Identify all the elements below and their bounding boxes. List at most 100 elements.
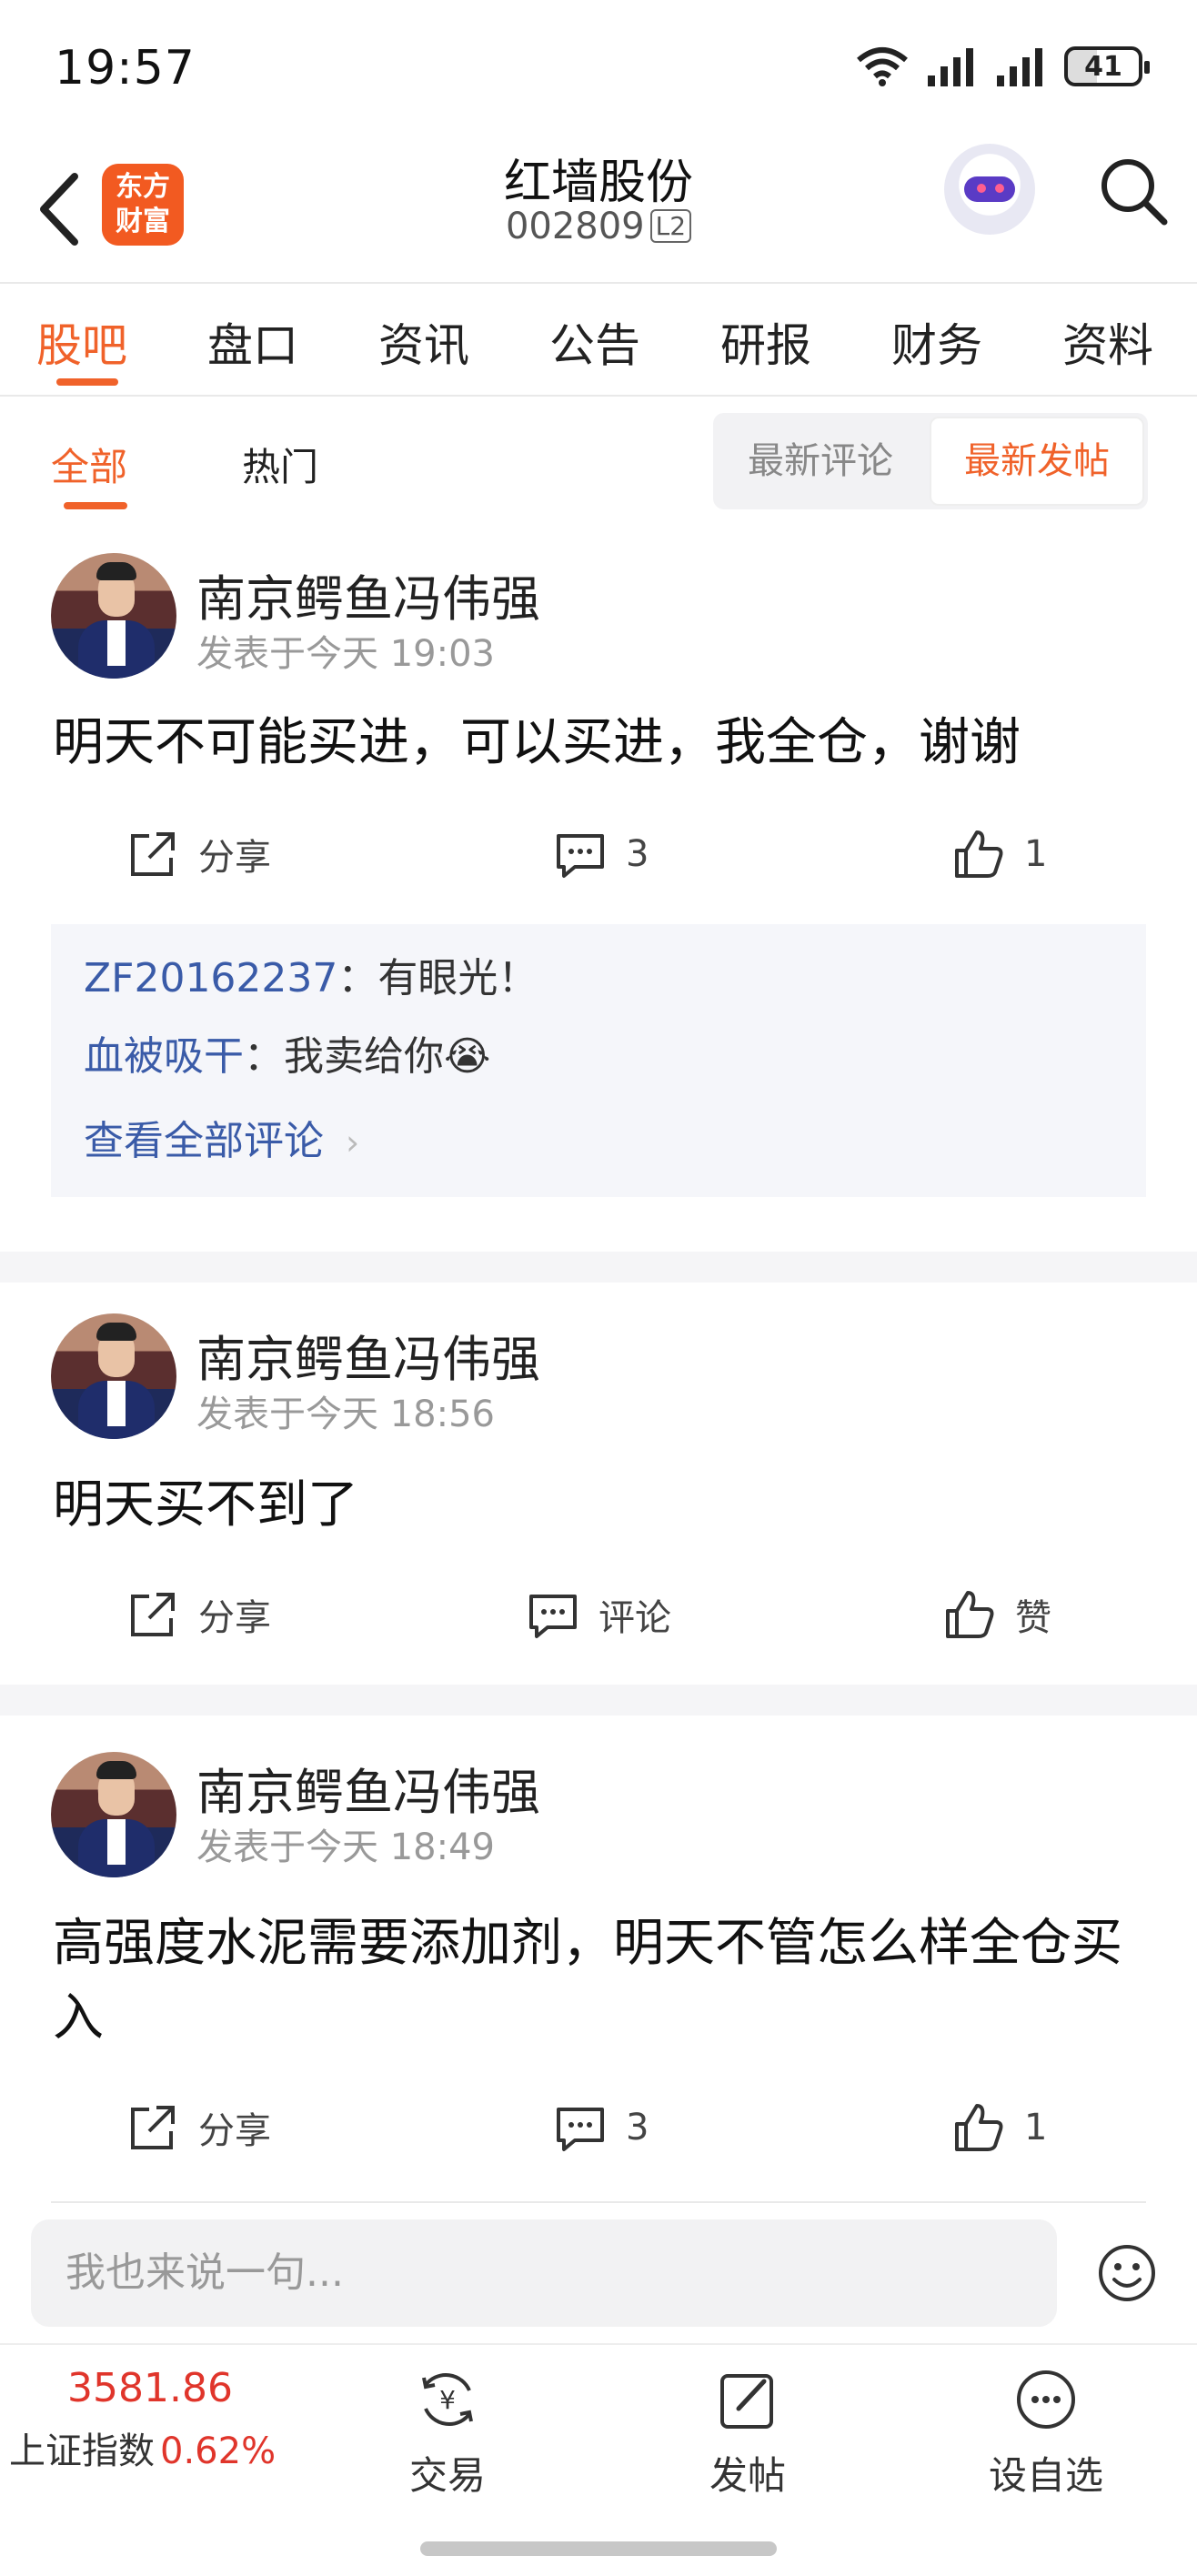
- share-button[interactable]: 分享: [126, 1574, 271, 1655]
- active-subtab-indicator: [64, 502, 127, 509]
- svg-text:¥: ¥: [439, 2385, 456, 2415]
- post-actions: 分享 3 1: [0, 813, 1197, 895]
- comment-count: 3: [626, 2107, 649, 2148]
- share-icon: [131, 1593, 175, 1636]
- tab-news[interactable]: 资讯: [378, 309, 469, 375]
- thumbs-up-icon: [955, 830, 1003, 878]
- comment-user[interactable]: 血被吸干: [84, 1033, 244, 1080]
- post-time: 发表于今天 19:03: [196, 633, 495, 675]
- post-author[interactable]: 南京鳄鱼冯伟强: [196, 1752, 540, 1824]
- avatar[interactable]: [51, 1752, 176, 1877]
- view-all-comments-link[interactable]: 查看全部评论 ›: [84, 1108, 1113, 1166]
- robot-assistant-icon[interactable]: [944, 144, 1035, 235]
- tab-research[interactable]: 研报: [720, 309, 811, 375]
- like-button[interactable]: 赞: [942, 1574, 1051, 1655]
- comment-label: 评论: [598, 1597, 671, 1639]
- new-post-button[interactable]: 发帖: [657, 2363, 839, 2501]
- comment-separator: ：: [244, 1033, 284, 1080]
- comment-user[interactable]: ZF20162237: [84, 955, 337, 1001]
- share-button[interactable]: 分享: [126, 2087, 271, 2168]
- comment-count: 3: [626, 833, 649, 875]
- subtab-hot[interactable]: 热门: [242, 437, 318, 492]
- status-bar: 19:57 41: [0, 0, 1197, 136]
- main-tabs: 股吧 盘口 资讯 公告 研报 财务 资料: [0, 284, 1197, 395]
- status-time: 19:57: [55, 41, 196, 96]
- add-watchlist-label: 设自选: [988, 2453, 1103, 2498]
- post-content[interactable]: 明天买不到了: [53, 1468, 1144, 1543]
- post-card[interactable]: 南京鳄鱼冯伟强 发表于今天 19:03 明天不可能买进，可以买进，我全仓，谢谢 …: [0, 524, 1197, 1252]
- comment-item[interactable]: 血被吸干：我卖给你😭: [84, 1030, 1113, 1084]
- sort-latest-post[interactable]: 最新发帖: [930, 417, 1144, 506]
- sort-toggle: 最新评论 最新发帖: [713, 413, 1148, 509]
- view-all-label: 查看全部评论: [84, 1118, 324, 1164]
- header: 东方 财富 红墙股份 002809 L2: [0, 136, 1197, 282]
- active-tab-indicator: [56, 378, 118, 386]
- post-actions: 分享 3 1: [0, 2087, 1197, 2168]
- post-card[interactable]: 南京鳄鱼冯伟强 发表于今天 18:56 明天买不到了 分享 评论 赞: [0, 1283, 1197, 1685]
- post-card[interactable]: 南京鳄鱼冯伟强 发表于今天 18:49 高强度水泥需要添加剂，明天不管怎么样全仓…: [0, 1716, 1197, 2201]
- comment-icon: [557, 2108, 604, 2151]
- comment-button[interactable]: 3: [553, 813, 649, 895]
- status-icons: 41: [855, 45, 1150, 87]
- avatar[interactable]: [51, 1313, 176, 1439]
- chevron-right-icon: ›: [346, 1122, 360, 1162]
- tab-pankou[interactable]: 盘口: [207, 309, 298, 375]
- share-label: 分享: [198, 1597, 271, 1639]
- battery-icon: 41: [1064, 46, 1150, 86]
- level2-badge: L2: [649, 209, 692, 243]
- new-post-label: 发帖: [709, 2453, 786, 2498]
- subtab-all[interactable]: 全部: [51, 437, 127, 492]
- comment-item[interactable]: ZF20162237：有眼光！: [84, 951, 1113, 1006]
- sort-latest-comment[interactable]: 最新评论: [713, 413, 928, 509]
- yuan-exchange-icon: ¥: [422, 2373, 473, 2426]
- like-count: 1: [1024, 2107, 1048, 2148]
- tab-profile[interactable]: 资料: [1062, 309, 1153, 375]
- search-icon[interactable]: [1097, 155, 1170, 227]
- input-divider: [51, 2201, 1146, 2203]
- home-indicator[interactable]: [420, 2541, 777, 2556]
- comment-icon: [557, 834, 604, 878]
- post-time: 发表于今天 18:49: [196, 1826, 495, 1868]
- comment-text: 我卖给你😭: [284, 1033, 491, 1080]
- emoji-icon[interactable]: [1097, 2243, 1157, 2303]
- sub-tabs: 全部 热门 最新评论 最新发帖: [0, 397, 1197, 524]
- signal-icon-2: [997, 48, 1042, 86]
- thumbs-up-icon: [946, 1591, 994, 1638]
- post-content[interactable]: 高强度水泥需要添加剂，明天不管怎么样全仓买入: [53, 1907, 1144, 2056]
- index-name: 上证指数: [9, 2430, 155, 2472]
- comment-text: 有眼光！: [377, 955, 538, 1001]
- avatar[interactable]: [51, 553, 176, 679]
- comment-button[interactable]: 3: [553, 2087, 649, 2168]
- reply-input[interactable]: 我也来说一句...: [31, 2219, 1057, 2327]
- comment-button[interactable]: 评论: [526, 1574, 671, 1655]
- index-value: 3581.86: [67, 2365, 233, 2411]
- share-label: 分享: [198, 2110, 271, 2152]
- stock-code: 002809: [505, 206, 645, 247]
- like-count: 1: [1024, 833, 1048, 875]
- thumbs-up-icon: [955, 2104, 1003, 2151]
- tab-guba[interactable]: 股吧: [36, 309, 127, 375]
- like-label: 赞: [1015, 1597, 1051, 1639]
- post-author[interactable]: 南京鳄鱼冯伟强: [196, 1319, 540, 1391]
- reply-input-bar: 我也来说一句...: [0, 2201, 1197, 2347]
- post-actions: 分享 评论 赞: [0, 1574, 1197, 1655]
- post-separator: [0, 1252, 1197, 1283]
- battery-level: 41: [1084, 50, 1122, 83]
- comment-icon: [529, 1595, 577, 1638]
- like-button[interactable]: 1: [951, 813, 1047, 895]
- add-watchlist-button[interactable]: 设自选: [955, 2363, 1137, 2501]
- share-button[interactable]: 分享: [126, 813, 271, 895]
- share-label: 分享: [198, 837, 271, 879]
- signal-icon: [928, 48, 973, 86]
- like-button[interactable]: 1: [951, 2087, 1047, 2168]
- wifi-icon: [857, 47, 908, 86]
- edit-post-icon: [720, 2374, 773, 2429]
- share-icon: [131, 2106, 175, 2149]
- trade-button[interactable]: ¥ 交易: [357, 2363, 538, 2501]
- tab-announcements[interactable]: 公告: [549, 309, 640, 375]
- post-author[interactable]: 南京鳄鱼冯伟强: [196, 558, 540, 630]
- post-time: 发表于今天 18:56: [196, 1394, 495, 1435]
- comment-preview[interactable]: ZF20162237：有眼光！ 血被吸干：我卖给你😭 查看全部评论 ›: [51, 924, 1146, 1197]
- post-content[interactable]: 明天不可能买进，可以买进，我全仓，谢谢: [53, 706, 1144, 780]
- tab-finance[interactable]: 财务: [891, 309, 982, 375]
